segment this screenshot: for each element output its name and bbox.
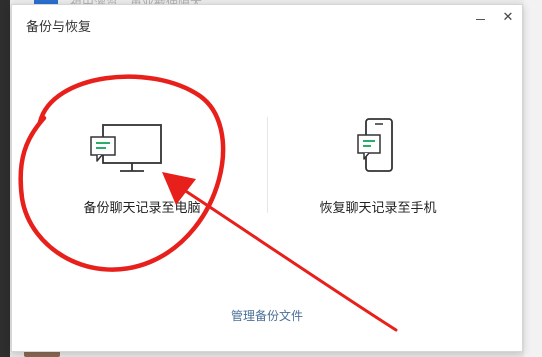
background-sidebar [0,0,10,357]
manage-backup-files-link[interactable]: 管理备份文件 [12,307,522,324]
dialog-title: 备份与恢复 [26,20,92,35]
restore-to-phone-option[interactable]: 恢复聊天记录至手机 [278,113,478,228]
options-divider [267,117,268,213]
background-right-panel [524,0,542,357]
backup-restore-dialog: 备份与恢复 ✕ 备份聊天记录至电脑 恢复聊天记录至手机 管理备份文件 [11,4,523,352]
monitor-chat-icon [90,124,162,172]
minimize-button[interactable] [474,11,488,25]
backup-to-pc-option[interactable]: 备份聊天记录至电脑 [42,113,242,228]
backup-to-pc-label: 备份聊天记录至电脑 [83,201,201,216]
phone-chat-icon [357,118,393,172]
close-button[interactable]: ✕ [501,10,515,26]
restore-to-phone-label: 恢复聊天记录至手机 [319,201,437,216]
